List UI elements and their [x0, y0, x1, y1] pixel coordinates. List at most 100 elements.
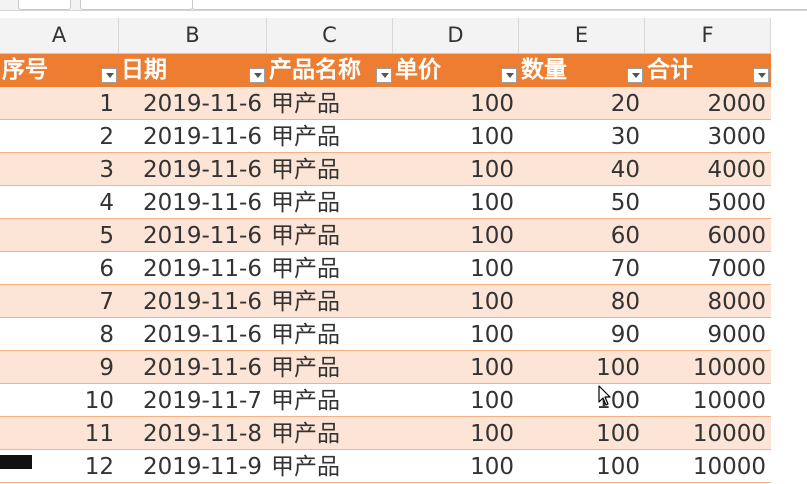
- table-row: 4 2019-11-6 甲产品 100 50 5000: [0, 186, 771, 219]
- cell-product[interactable]: 甲产品: [267, 450, 393, 483]
- table-row: 10 2019-11-7 甲产品 100 100 10000: [0, 384, 771, 417]
- column-header-c[interactable]: C: [267, 18, 393, 53]
- cell-product[interactable]: 甲产品: [267, 318, 393, 351]
- header-cell-product[interactable]: 产品名称: [267, 54, 393, 87]
- cell-quantity[interactable]: 100: [519, 384, 645, 417]
- filter-dropdown-icon[interactable]: [753, 68, 769, 83]
- cell-date[interactable]: 2019-11-7: [119, 384, 267, 417]
- cell-product[interactable]: 甲产品: [267, 186, 393, 219]
- cell-index[interactable]: 6: [0, 252, 119, 285]
- cell-quantity[interactable]: 80: [519, 285, 645, 318]
- cell-index[interactable]: 7: [0, 285, 119, 318]
- table-row: 12 2019-11-9 甲产品 100 100 10000: [0, 450, 771, 483]
- cell-total[interactable]: 10000: [645, 450, 771, 483]
- column-header-a[interactable]: A: [0, 18, 119, 53]
- cell-date[interactable]: 2019-11-6: [119, 318, 267, 351]
- cell-price[interactable]: 100: [393, 153, 519, 186]
- cell-product[interactable]: 甲产品: [267, 351, 393, 384]
- cell-date[interactable]: 2019-11-6: [119, 120, 267, 153]
- cell-quantity[interactable]: 100: [519, 417, 645, 450]
- table-row: 3 2019-11-6 甲产品 100 40 4000: [0, 153, 771, 186]
- cell-product[interactable]: 甲产品: [267, 153, 393, 186]
- cell-price[interactable]: 100: [393, 384, 519, 417]
- cell-date[interactable]: 2019-11-6: [119, 186, 267, 219]
- cell-total[interactable]: 2000: [645, 87, 771, 120]
- table-row: 2 2019-11-6 甲产品 100 30 3000: [0, 120, 771, 153]
- cell-index[interactable]: 4: [0, 186, 119, 219]
- column-header-row: A B C D E F: [0, 18, 771, 54]
- cell-price[interactable]: 100: [393, 417, 519, 450]
- toolbar-strip: [0, 0, 807, 11]
- column-header-f[interactable]: F: [645, 18, 771, 53]
- sheet-background: [771, 18, 807, 469]
- cell-price[interactable]: 100: [393, 120, 519, 153]
- cell-product[interactable]: 甲产品: [267, 120, 393, 153]
- sheet-tab-fragment: [0, 455, 32, 469]
- cell-index[interactable]: 8: [0, 318, 119, 351]
- cell-product[interactable]: 甲产品: [267, 285, 393, 318]
- cell-quantity[interactable]: 90: [519, 318, 645, 351]
- cell-quantity[interactable]: 70: [519, 252, 645, 285]
- cell-product[interactable]: 甲产品: [267, 252, 393, 285]
- cell-quantity[interactable]: 20: [519, 87, 645, 120]
- cell-date[interactable]: 2019-11-6: [119, 153, 267, 186]
- filter-dropdown-icon[interactable]: [101, 68, 117, 83]
- cell-quantity[interactable]: 100: [519, 450, 645, 483]
- cell-date[interactable]: 2019-11-9: [119, 450, 267, 483]
- filter-dropdown-icon[interactable]: [627, 68, 643, 83]
- cell-quantity[interactable]: 40: [519, 153, 645, 186]
- formula-bar[interactable]: [192, 0, 807, 10]
- cell-date[interactable]: 2019-11-6: [119, 285, 267, 318]
- filter-dropdown-icon[interactable]: [501, 68, 517, 83]
- cell-index[interactable]: 5: [0, 219, 119, 252]
- cell-total[interactable]: 4000: [645, 153, 771, 186]
- cell-product[interactable]: 甲产品: [267, 87, 393, 120]
- cell-quantity[interactable]: 100: [519, 351, 645, 384]
- table-row: 7 2019-11-6 甲产品 100 80 8000: [0, 285, 771, 318]
- cell-date[interactable]: 2019-11-6: [119, 351, 267, 384]
- column-header-e[interactable]: E: [519, 18, 645, 53]
- cell-quantity[interactable]: 60: [519, 219, 645, 252]
- cell-total[interactable]: 7000: [645, 252, 771, 285]
- cell-price[interactable]: 100: [393, 285, 519, 318]
- cell-index[interactable]: 2: [0, 120, 119, 153]
- cell-total[interactable]: 3000: [645, 120, 771, 153]
- cell-product[interactable]: 甲产品: [267, 219, 393, 252]
- table-row: 11 2019-11-8 甲产品 100 100 10000: [0, 417, 771, 450]
- cell-total[interactable]: 6000: [645, 219, 771, 252]
- cell-date[interactable]: 2019-11-6: [119, 87, 267, 120]
- cell-price[interactable]: 100: [393, 87, 519, 120]
- cell-price[interactable]: 100: [393, 252, 519, 285]
- table-row: 9 2019-11-6 甲产品 100 100 10000: [0, 351, 771, 384]
- cell-total[interactable]: 8000: [645, 285, 771, 318]
- filter-dropdown-icon[interactable]: [376, 68, 392, 83]
- cell-date[interactable]: 2019-11-8: [119, 417, 267, 450]
- cell-index[interactable]: 9: [0, 351, 119, 384]
- cell-date[interactable]: 2019-11-6: [119, 252, 267, 285]
- cell-total[interactable]: 10000: [645, 384, 771, 417]
- column-header-d[interactable]: D: [393, 18, 519, 53]
- cell-total[interactable]: 10000: [645, 417, 771, 450]
- cell-price[interactable]: 100: [393, 351, 519, 384]
- cell-quantity[interactable]: 50: [519, 186, 645, 219]
- cell-index[interactable]: 10: [0, 384, 119, 417]
- cell-total[interactable]: 5000: [645, 186, 771, 219]
- cell-total[interactable]: 9000: [645, 318, 771, 351]
- cell-price[interactable]: 100: [393, 219, 519, 252]
- toolbar-fragment: [18, 0, 71, 10]
- cell-total[interactable]: 10000: [645, 351, 771, 384]
- cell-index[interactable]: 3: [0, 153, 119, 186]
- cell-product[interactable]: 甲产品: [267, 384, 393, 417]
- cell-date[interactable]: 2019-11-6: [119, 219, 267, 252]
- table-header-row: 序号 日期 产品名称 单价 数量 合计: [0, 54, 771, 87]
- cell-price[interactable]: 100: [393, 450, 519, 483]
- cell-index[interactable]: 11: [0, 417, 119, 450]
- cell-price[interactable]: 100: [393, 318, 519, 351]
- cell-product[interactable]: 甲产品: [267, 417, 393, 450]
- cell-price[interactable]: 100: [393, 186, 519, 219]
- cell-quantity[interactable]: 30: [519, 120, 645, 153]
- filter-dropdown-icon[interactable]: [249, 68, 265, 83]
- cell-index[interactable]: 1: [0, 87, 119, 120]
- header-cell-date[interactable]: 日期: [119, 54, 267, 87]
- column-header-b[interactable]: B: [119, 18, 267, 53]
